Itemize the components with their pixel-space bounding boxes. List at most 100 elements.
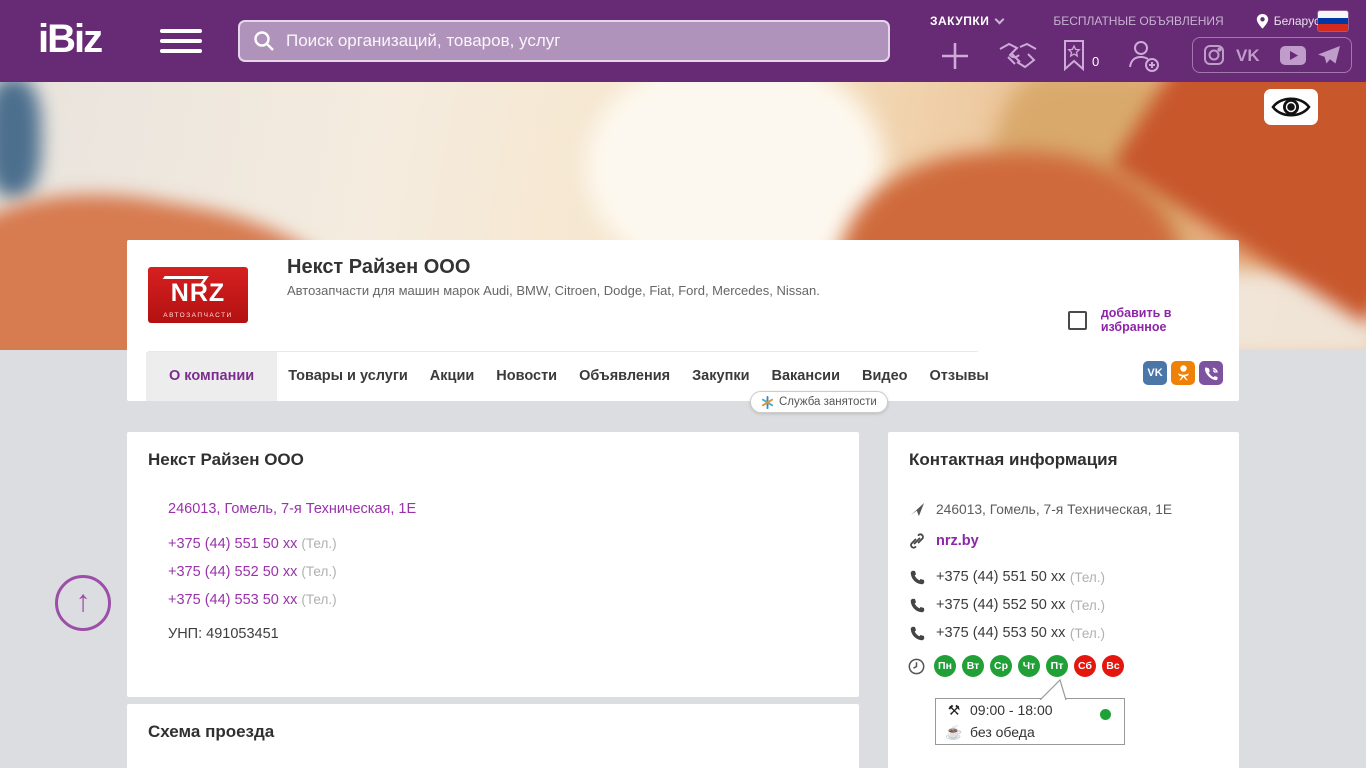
tab-products[interactable]: Товары и услуги (277, 352, 419, 401)
open-status-dot (1100, 709, 1111, 720)
day-badge[interactable]: Вт (962, 655, 984, 677)
lunch-info: без обеда (970, 724, 1035, 740)
phone-type-label: (Тел.) (301, 536, 336, 551)
logo-text: NRZ (148, 279, 248, 308)
phone-type-label: (Тел.) (301, 564, 336, 579)
header-nav: ЗАКУПКИ БЕСПЛАТНЫЕ ОБЪЯВЛЕНИЯ Беларусь (930, 12, 1350, 30)
phone-type-label: (Тел.) (301, 592, 336, 607)
telegram-icon[interactable] (1317, 45, 1341, 66)
phone-icon (910, 570, 925, 585)
page: iBiz ЗАКУПКИ БЕСПЛАТНЫЕ ОБЪЯВЛЕНИЯ Белар… (0, 0, 1366, 768)
favorites-count: 0 (1092, 54, 1099, 69)
link-icon (909, 533, 925, 549)
phone-number[interactable]: +375 (44) 552 50 xx (168, 564, 297, 580)
language-flag-ru[interactable] (1318, 11, 1348, 31)
views-eye-badge[interactable] (1264, 89, 1318, 125)
working-days: Пн Вт Ср Чт Пт Сб Вс (934, 655, 1130, 677)
add-plus-icon[interactable] (940, 41, 970, 71)
logo-subtext: АВТОЗАПЧАСТИ (148, 312, 248, 319)
about-card: Некст Райзен ООО 246013, Гомель, 7-я Тех… (127, 432, 859, 697)
up-arrow-icon: ↑ (76, 587, 91, 617)
day-badge[interactable]: Сб (1074, 655, 1096, 677)
favorite-label: добавить в избранное (1101, 306, 1239, 334)
contact-address: 246013, Гомель, 7-я Техническая, 1Е (936, 502, 1172, 517)
tab-news[interactable]: Новости (485, 352, 568, 401)
company-description: Автозапчасти для машин марок Audi, BMW, … (287, 283, 820, 298)
svg-text:VK: VK (1236, 46, 1260, 65)
search-icon (252, 29, 276, 53)
schedule-popup: ⚒ 09:00 - 18:00 ☕ без обеда (935, 698, 1125, 745)
phone-number[interactable]: +375 (44) 553 50 xx (168, 592, 297, 608)
vk-button[interactable]: VK (1143, 361, 1167, 385)
phone-type-label: (Тел.) (1070, 598, 1105, 613)
hamburger-menu-icon[interactable] (160, 29, 202, 55)
free-ads-link[interactable]: БЕСПЛАТНЫЕ ОБЪЯВЛЕНИЯ (1053, 14, 1223, 28)
user-register-icon[interactable] (1126, 39, 1160, 73)
header-social-links: VK (1192, 37, 1352, 73)
clock-icon (908, 658, 925, 675)
contact-phone-row: +375 (44) 551 50 xx (Тел.) (908, 568, 1105, 586)
website-row: nrz.by (908, 533, 979, 549)
phone-number[interactable]: +375 (44) 553 50 xx (936, 625, 1065, 641)
handshake-icon[interactable] (998, 41, 1038, 71)
contact-phone-row: +375 (44) 552 50 xx (Тел.) (908, 596, 1105, 614)
procurement-menu[interactable]: ЗАКУПКИ (930, 14, 1003, 28)
company-header-card: NRZ АВТОЗАПЧАСТИ Некст Райзен ООО Автоза… (127, 240, 1239, 401)
favorites-bookmark-icon[interactable] (1062, 39, 1086, 71)
schedule-pointer (1038, 679, 1082, 700)
company-logo[interactable]: NRZ АВТОЗАПЧАСТИ (148, 267, 248, 323)
tab-ads[interactable]: Объявления (568, 352, 681, 401)
viber-button[interactable] (1199, 361, 1223, 385)
youtube-icon[interactable] (1280, 46, 1306, 65)
work-tools-icon: ⚒ (945, 702, 963, 719)
eye-icon (1271, 94, 1311, 120)
search-input[interactable] (286, 31, 876, 51)
company-address-link[interactable]: 246013, Гомель, 7-я Техническая, 1Е (168, 501, 416, 517)
favorite-checkbox[interactable] (1068, 311, 1087, 330)
odnoklassniki-button[interactable] (1171, 361, 1195, 385)
about-card-title: Некст Райзен ООО (148, 450, 304, 470)
navigation-arrow-icon (910, 502, 925, 517)
website-link[interactable]: nrz.by (936, 533, 979, 549)
location-selector[interactable]: Беларусь (1256, 14, 1326, 29)
phone-icon (910, 598, 925, 613)
procurement-label: ЗАКУПКИ (930, 14, 989, 28)
location-pin-icon (1256, 14, 1269, 29)
tab-promotions[interactable]: Акции (419, 352, 485, 401)
day-badge[interactable]: Пн (934, 655, 956, 677)
map-card: Схема проезда (127, 704, 859, 768)
phone-number[interactable]: +375 (44) 551 50 xx (168, 536, 297, 552)
tab-reviews[interactable]: Отзывы (919, 352, 1000, 401)
day-badge[interactable]: Пт (1046, 655, 1068, 677)
scroll-to-top-button[interactable]: ↑ (55, 575, 111, 631)
add-to-favorites[interactable]: добавить в избранное (1068, 306, 1239, 334)
company-name: Некст Райзен ООО (287, 256, 470, 279)
phone-type-label: (Тел.) (1070, 626, 1105, 641)
tab-procurement[interactable]: Закупки (681, 352, 760, 401)
top-bar: iBiz ЗАКУПКИ БЕСПЛАТНЫЕ ОБЪЯВЛЕНИЯ Белар… (0, 0, 1366, 82)
ok-icon (1177, 365, 1190, 382)
schedule-hours-row: ⚒ 09:00 - 18:00 (936, 699, 1124, 721)
day-badge[interactable]: Ср (990, 655, 1012, 677)
day-badge[interactable]: Чт (1018, 655, 1040, 677)
phone-row: +375 (44) 553 50 xx (Тел.) (168, 592, 337, 608)
phone-row: +375 (44) 552 50 xx (Тел.) (168, 564, 337, 580)
contact-address-row: 246013, Гомель, 7-я Техническая, 1Е (908, 502, 1172, 517)
phone-icon (910, 626, 925, 641)
viber-icon (1204, 366, 1219, 381)
contact-phone-row: +375 (44) 553 50 xx (Тел.) (908, 624, 1105, 642)
tab-about[interactable]: О компании (146, 352, 277, 401)
map-card-title: Схема проезда (148, 722, 274, 742)
working-hours: 09:00 - 18:00 (970, 702, 1053, 718)
vk-icon[interactable]: VK (1236, 45, 1270, 65)
phone-number[interactable]: +375 (44) 551 50 xx (936, 569, 1065, 585)
hero-blob (0, 82, 41, 197)
day-badge[interactable]: Вс (1102, 655, 1124, 677)
phone-number[interactable]: +375 (44) 552 50 xx (936, 597, 1065, 613)
contact-card-title: Контактная информация (909, 450, 1118, 470)
company-social-buttons: VK (1139, 361, 1223, 385)
unp-number: УНП: 491053451 (168, 626, 279, 642)
instagram-icon[interactable] (1203, 44, 1225, 66)
site-logo[interactable]: iBiz (38, 17, 101, 62)
coffee-cup-icon: ☕ (945, 724, 963, 741)
